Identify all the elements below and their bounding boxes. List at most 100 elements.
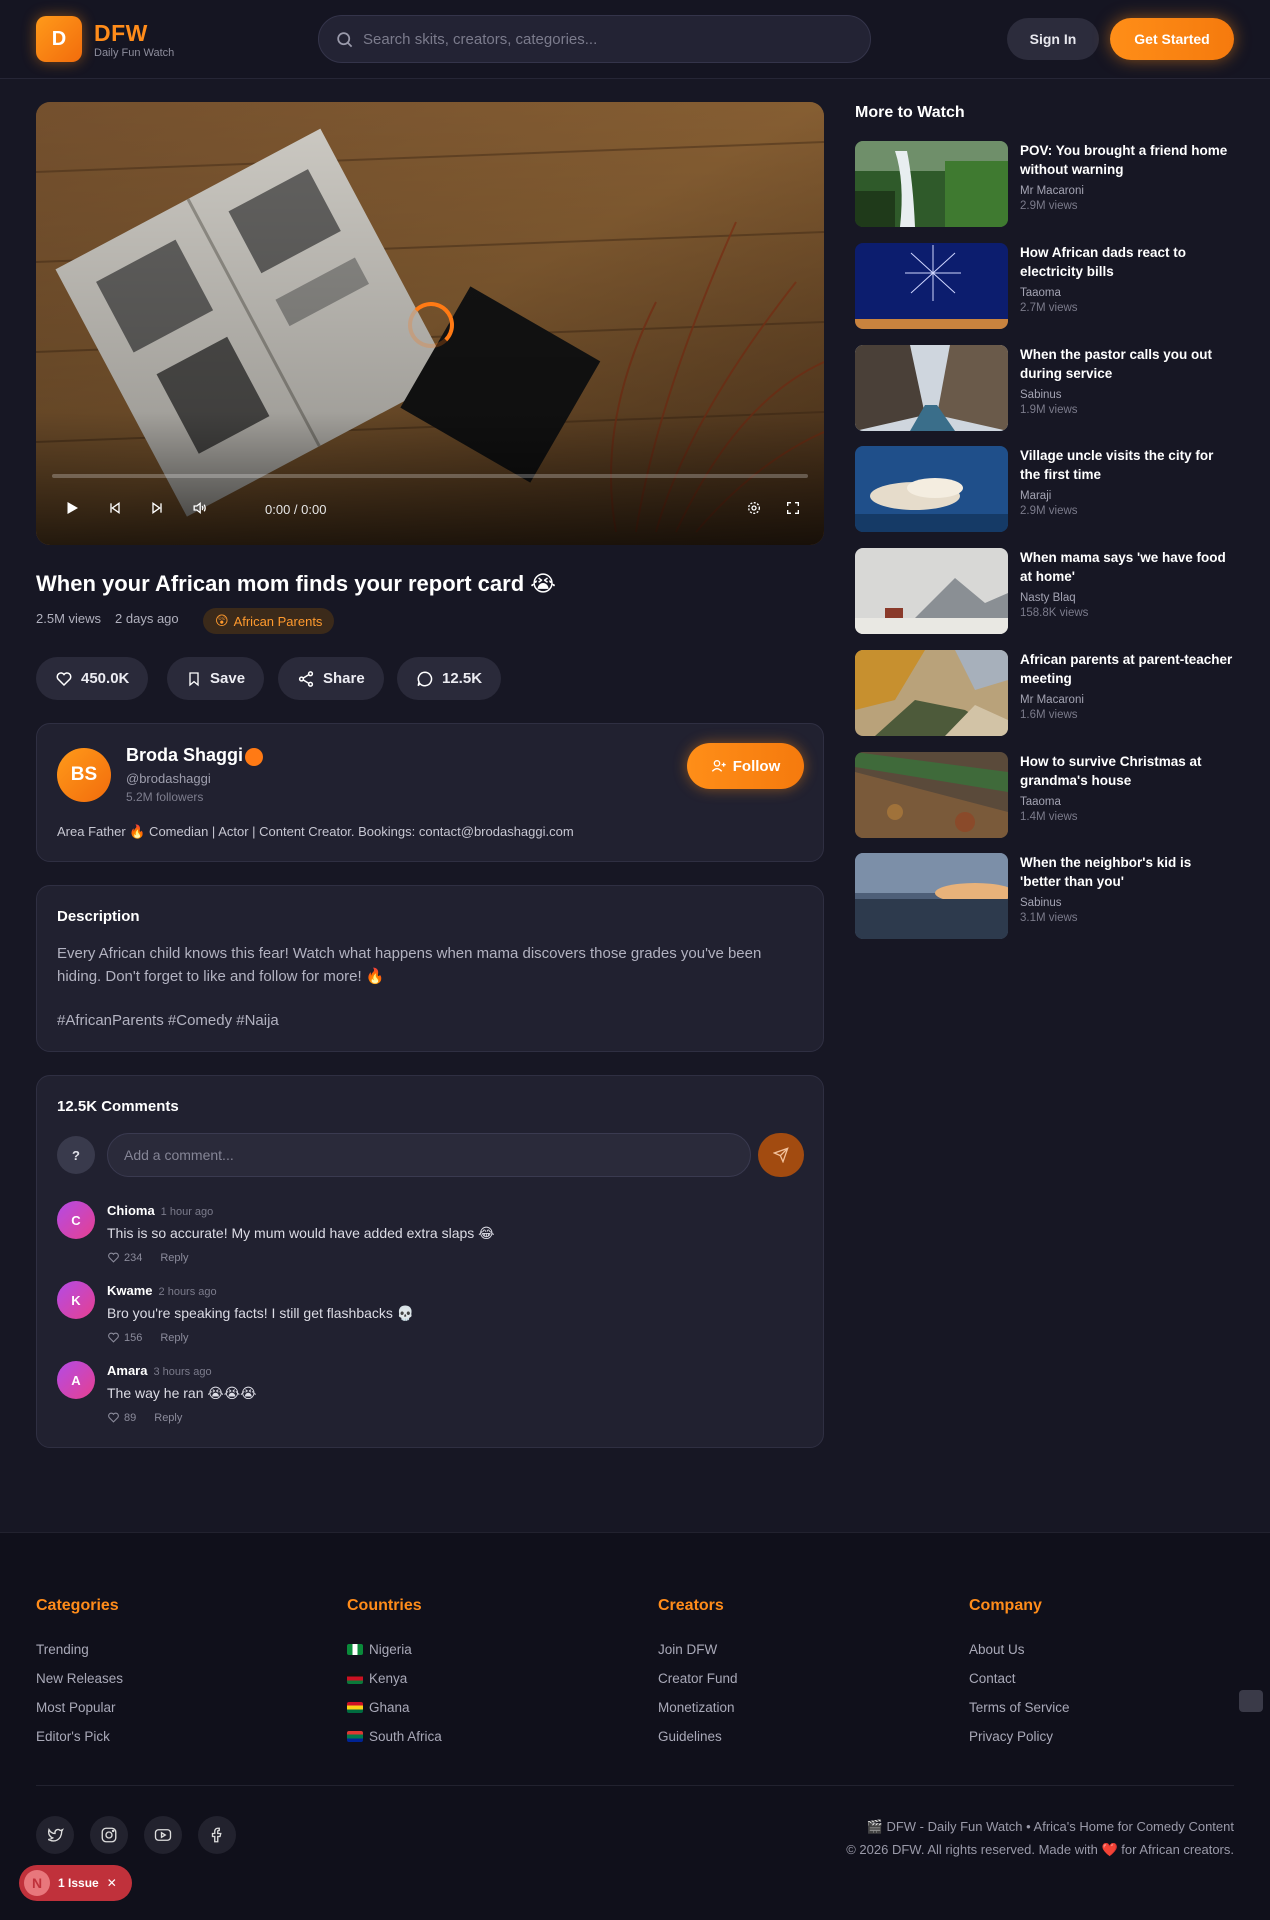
footer-link[interactable]: Join DFW bbox=[658, 1635, 738, 1664]
save-button[interactable]: Save bbox=[167, 657, 265, 700]
skip-back-icon[interactable] bbox=[107, 500, 123, 516]
search-input[interactable] bbox=[363, 16, 853, 62]
thumbnail-waterfall[interactable] bbox=[855, 141, 1008, 227]
related-title[interactable]: How African dads react to electricity bi… bbox=[1020, 243, 1235, 281]
volume-icon[interactable] bbox=[191, 500, 208, 516]
related-title[interactable]: Village uncle visits the city for the fi… bbox=[1020, 446, 1235, 484]
related-author[interactable]: Mr Macaroni bbox=[1020, 694, 1084, 706]
instagram-button[interactable] bbox=[90, 1816, 128, 1854]
reply-button[interactable]: Reply bbox=[154, 1412, 182, 1424]
play-icon[interactable] bbox=[63, 499, 81, 517]
get-started-button[interactable]: Get Started bbox=[1110, 18, 1234, 60]
thumbnail-clouds[interactable] bbox=[855, 446, 1008, 532]
comment-like-button[interactable]: 156 bbox=[107, 1331, 142, 1344]
skip-forward-icon[interactable] bbox=[149, 500, 165, 516]
video-player[interactable]: 0:00 / 0:00 bbox=[36, 102, 824, 545]
footer-link[interactable]: South Africa bbox=[347, 1722, 442, 1751]
related-title[interactable]: African parents at parent-teacher meetin… bbox=[1020, 650, 1235, 688]
related-video[interactable]: How African dads react to electricity bi… bbox=[855, 243, 1235, 329]
follow-button[interactable]: Follow bbox=[687, 743, 804, 789]
footer-categories: Categories Trending New Releases Most Po… bbox=[36, 1597, 123, 1751]
settings-icon[interactable] bbox=[746, 500, 762, 516]
time-display: 0:00 / 0:00 bbox=[265, 502, 327, 517]
footer-link[interactable]: Privacy Policy bbox=[969, 1722, 1070, 1751]
progress-bar[interactable] bbox=[52, 474, 808, 478]
related-video[interactable]: Village uncle visits the city for the fi… bbox=[855, 446, 1235, 532]
footer-link[interactable]: Guidelines bbox=[658, 1722, 738, 1751]
footer-link[interactable]: Kenya bbox=[347, 1664, 442, 1693]
search-bar[interactable] bbox=[318, 15, 871, 63]
sign-in-button[interactable]: Sign In bbox=[1007, 18, 1099, 60]
issue-badge[interactable]: N 1 Issue ✕ bbox=[19, 1865, 132, 1901]
footer-link[interactable]: Nigeria bbox=[347, 1635, 442, 1664]
footer-link[interactable]: Most Popular bbox=[36, 1693, 123, 1722]
dev-tools-icon[interactable] bbox=[1239, 1690, 1263, 1712]
commenter-name[interactable]: Amara 3 hours ago bbox=[107, 1363, 212, 1378]
related-views: 2.9M views bbox=[1020, 505, 1078, 517]
footer-link[interactable]: Monetization bbox=[658, 1693, 738, 1722]
footer-link[interactable]: New Releases bbox=[36, 1664, 123, 1693]
thumbnail-sunset-sea[interactable] bbox=[855, 853, 1008, 939]
thumbnail-fireworks[interactable] bbox=[855, 243, 1008, 329]
footer-link[interactable]: About Us bbox=[969, 1635, 1070, 1664]
related-title[interactable]: When mama says 'we have food at home' bbox=[1020, 548, 1235, 586]
youtube-button[interactable] bbox=[144, 1816, 182, 1854]
brand-name[interactable]: DFW bbox=[94, 20, 148, 47]
instagram-icon bbox=[101, 1827, 117, 1843]
heart-icon bbox=[56, 671, 72, 686]
related-video[interactable]: When the neighbor's kid is 'better than … bbox=[855, 853, 1235, 939]
creator-avatar[interactable]: BS bbox=[57, 748, 111, 802]
comment-like-button[interactable]: 234 bbox=[107, 1251, 142, 1264]
related-title[interactable]: When the neighbor's kid is 'better than … bbox=[1020, 853, 1235, 891]
related-author[interactable]: Nasty Blaq bbox=[1020, 592, 1076, 604]
related-video[interactable]: When the pastor calls you out during ser… bbox=[855, 345, 1235, 431]
commenter-avatar[interactable]: A bbox=[57, 1361, 95, 1399]
related-video[interactable]: When mama says 'we have food at home' Na… bbox=[855, 548, 1235, 634]
commenter-name[interactable]: Chioma 1 hour ago bbox=[107, 1203, 213, 1218]
related-author[interactable]: Taaoma bbox=[1020, 287, 1061, 299]
thumbnail-mountain-church[interactable] bbox=[855, 548, 1008, 634]
twitter-button[interactable] bbox=[36, 1816, 74, 1854]
related-author[interactable]: Sabinus bbox=[1020, 389, 1062, 401]
facebook-button[interactable] bbox=[198, 1816, 236, 1854]
comment-like-button[interactable]: 89 bbox=[107, 1411, 136, 1424]
reply-button[interactable]: Reply bbox=[160, 1252, 188, 1264]
comment-input[interactable] bbox=[107, 1133, 751, 1177]
category-tag[interactable]: 😲 African Parents bbox=[203, 608, 335, 634]
commenter-avatar[interactable]: C bbox=[57, 1201, 95, 1239]
related-title[interactable]: POV: You brought a friend home without w… bbox=[1020, 141, 1235, 179]
thumbnail-bark[interactable] bbox=[855, 752, 1008, 838]
footer-countries: Countries Nigeria Kenya Ghana South Afri… bbox=[347, 1597, 442, 1751]
related-author[interactable]: Maraji bbox=[1020, 490, 1051, 502]
close-icon[interactable]: ✕ bbox=[107, 1876, 117, 1890]
verified-badge-icon bbox=[245, 748, 263, 766]
footer-link[interactable]: Editor's Pick bbox=[36, 1722, 123, 1751]
comments-button[interactable]: 12.5K bbox=[397, 657, 502, 700]
commenter-name[interactable]: Kwame 2 hours ago bbox=[107, 1283, 217, 1298]
thumbnail-city-street[interactable] bbox=[855, 345, 1008, 431]
related-author[interactable]: Sabinus bbox=[1020, 897, 1062, 909]
hashtags[interactable]: #AfricanParents #Comedy #Naija bbox=[57, 1012, 279, 1029]
send-comment-button[interactable] bbox=[758, 1133, 804, 1177]
share-button[interactable]: Share bbox=[278, 657, 384, 700]
creator-name[interactable]: Broda Shaggi bbox=[126, 745, 243, 766]
footer-link[interactable]: Creator Fund bbox=[658, 1664, 738, 1693]
fullscreen-icon[interactable] bbox=[785, 500, 801, 516]
footer-link[interactable]: Ghana bbox=[347, 1693, 442, 1722]
related-title[interactable]: How to survive Christmas at grandma's ho… bbox=[1020, 752, 1235, 790]
related-video[interactable]: POV: You brought a friend home without w… bbox=[855, 141, 1235, 227]
thumbnail-autumn-lake[interactable] bbox=[855, 650, 1008, 736]
like-button[interactable]: 450.0K bbox=[36, 657, 149, 700]
footer-link[interactable]: Trending bbox=[36, 1635, 123, 1664]
reply-button[interactable]: Reply bbox=[160, 1332, 188, 1344]
footer-link[interactable]: Terms of Service bbox=[969, 1693, 1070, 1722]
related-title[interactable]: When the pastor calls you out during ser… bbox=[1020, 345, 1235, 383]
related-author[interactable]: Taaoma bbox=[1020, 796, 1061, 808]
commenter-avatar[interactable]: K bbox=[57, 1281, 95, 1319]
footer-link[interactable]: Contact bbox=[969, 1664, 1070, 1693]
logo-icon[interactable]: D bbox=[36, 16, 82, 62]
related-video[interactable]: African parents at parent-teacher meetin… bbox=[855, 650, 1235, 736]
related-video[interactable]: How to survive Christmas at grandma's ho… bbox=[855, 752, 1235, 838]
creator-bio: Area Father 🔥 Comedian | Actor | Content… bbox=[57, 824, 574, 839]
related-author[interactable]: Mr Macaroni bbox=[1020, 185, 1084, 197]
